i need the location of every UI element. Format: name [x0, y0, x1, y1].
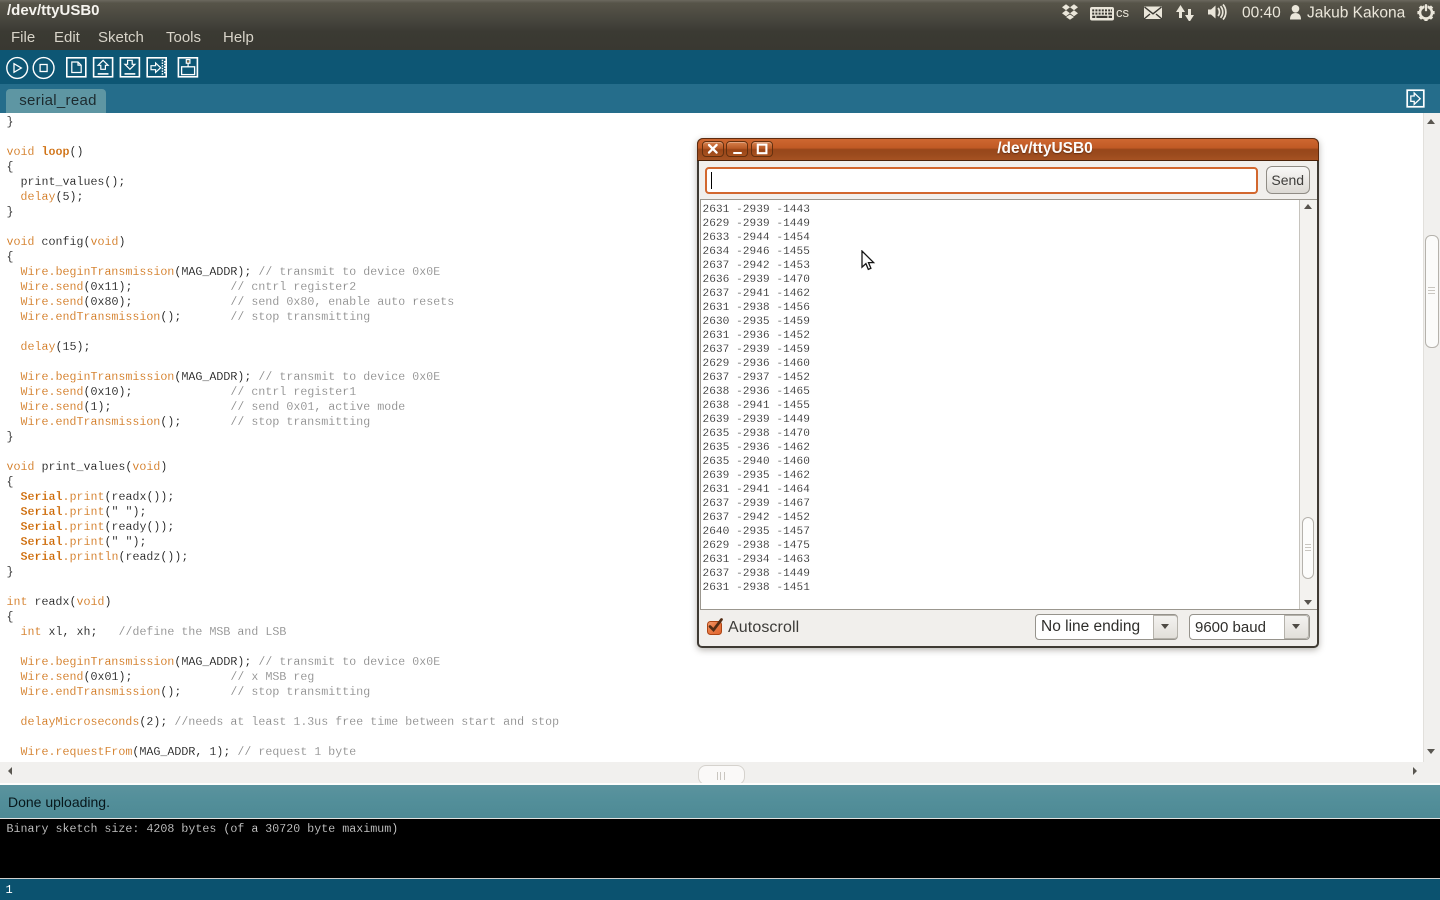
svg-text:Jakub Kakona: Jakub Kakona: [1307, 5, 1406, 22]
svg-text:cs: cs: [1116, 5, 1130, 20]
svg-text:00:40: 00:40: [1242, 5, 1281, 22]
